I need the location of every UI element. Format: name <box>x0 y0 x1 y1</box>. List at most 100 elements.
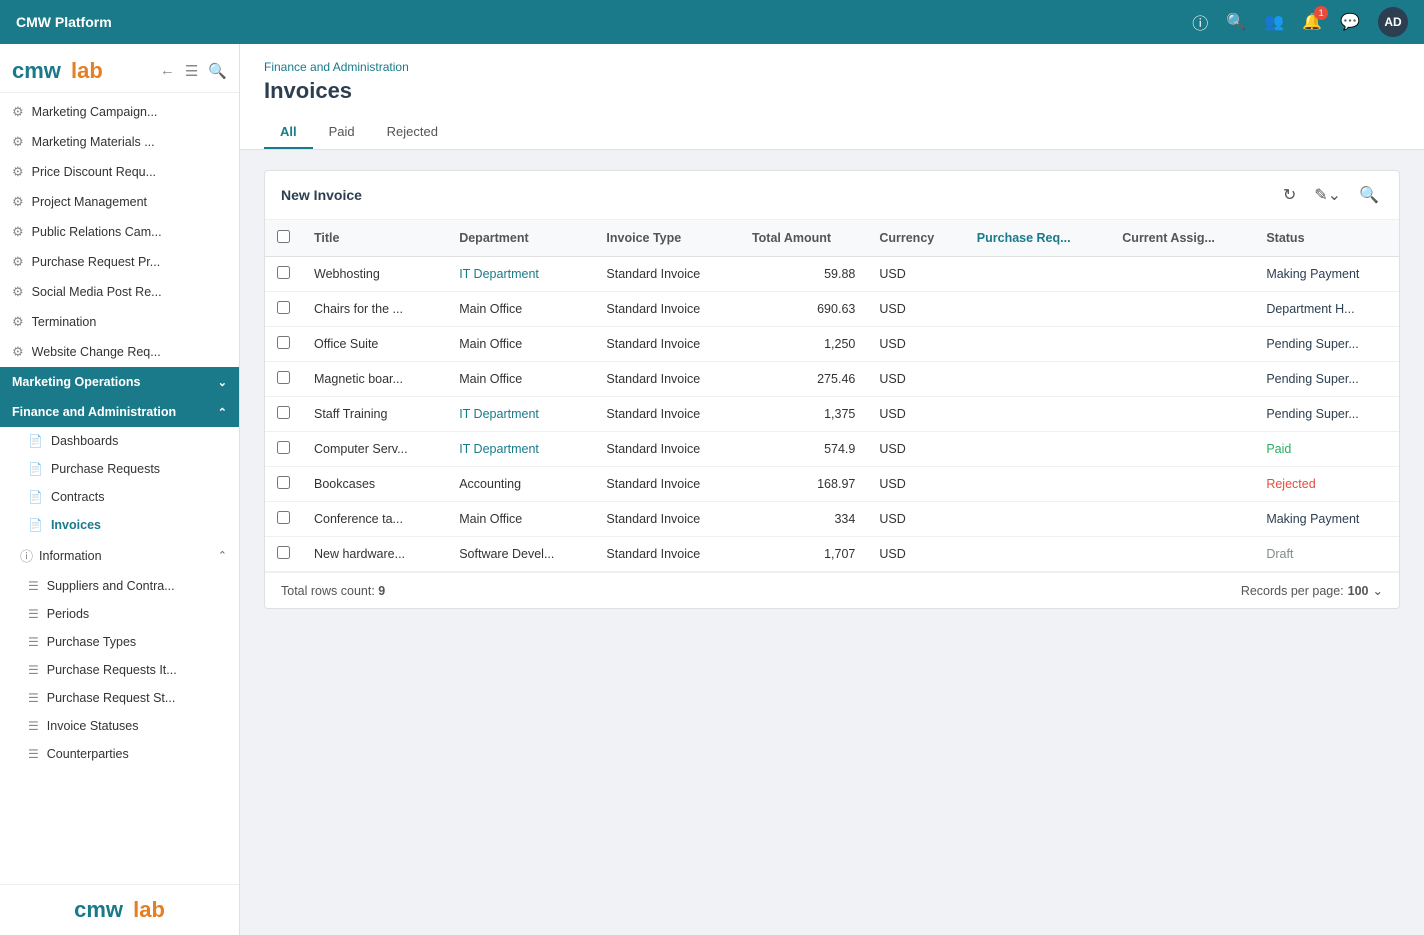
sidebar-item-suppliers-contracts[interactable]: ☰ Suppliers and Contra... <box>0 572 239 600</box>
row-checkbox[interactable] <box>277 406 290 419</box>
users-icon[interactable]: 👥 <box>1264 12 1284 32</box>
cell-status: Draft <box>1254 537 1399 572</box>
row-checkbox[interactable] <box>277 266 290 279</box>
col-header-currency: Currency <box>867 220 964 257</box>
sidebar-item-purchase-request-st[interactable]: ☰ Purchase Request St... <box>0 684 239 712</box>
invoice-table: Title Department Invoice Type Total Amou… <box>265 220 1399 572</box>
cell-current-assign <box>1110 502 1254 537</box>
cell-total-amount: 574.9 <box>740 432 867 467</box>
sidebar-item-project-management[interactable]: ⚙ Project Management <box>0 187 239 217</box>
table-row: Conference ta... Main Office Standard In… <box>265 502 1399 537</box>
sidebar-item-marketing-campaign[interactable]: ⚙ Marketing Campaign... <box>0 97 239 127</box>
cell-current-assign <box>1110 397 1254 432</box>
new-invoice-button[interactable]: New Invoice <box>281 187 362 203</box>
sidebar-item-label: Public Relations Cam... <box>32 225 162 239</box>
cell-currency: USD <box>867 502 964 537</box>
sidebar-item-purchase-request-pr[interactable]: ⚙ Purchase Request Pr... <box>0 247 239 277</box>
row-checkbox-cell <box>265 432 302 467</box>
bell-icon[interactable]: 🔔 1 <box>1302 12 1322 32</box>
refresh-button[interactable]: ↻ <box>1279 183 1300 207</box>
sidebar-back-icon[interactable]: ← <box>160 62 175 80</box>
cell-currency: USD <box>867 467 964 502</box>
cell-status: Paid <box>1254 432 1399 467</box>
cell-title: Webhosting <box>302 257 447 292</box>
col-header-invoice-type: Invoice Type <box>594 220 740 257</box>
table-footer: Total rows count: 9 Records per page: 10… <box>265 572 1399 608</box>
sidebar-section-marketing-operations[interactable]: Marketing Operations ⌄ <box>0 367 239 397</box>
list-icon: ☰ <box>28 747 39 761</box>
app-title: CMW Platform <box>16 14 112 30</box>
select-all-checkbox[interactable] <box>277 230 290 243</box>
sidebar-search-icon[interactable]: 🔍 <box>208 62 227 80</box>
row-checkbox[interactable] <box>277 301 290 314</box>
table-row: Bookcases Accounting Standard Invoice 16… <box>265 467 1399 502</box>
sidebar-item-contracts[interactable]: 📄 Contracts <box>0 483 239 511</box>
tab-paid[interactable]: Paid <box>313 116 371 149</box>
edit-button[interactable]: ✎⌄ <box>1310 183 1345 207</box>
sidebar-sub-item-label: Purchase Request St... <box>47 691 176 705</box>
row-checkbox[interactable] <box>277 476 290 489</box>
sidebar-sub-item-label: Counterparties <box>47 747 129 761</box>
search-icon[interactable]: 🔍 <box>1226 12 1246 32</box>
content-header: Finance and Administration Invoices All … <box>240 44 1424 150</box>
sidebar-item-termination[interactable]: ⚙ Termination <box>0 307 239 337</box>
sidebar-menu-icon[interactable]: ☰ <box>185 62 198 80</box>
sidebar-section-label: Marketing Operations <box>12 375 141 389</box>
page-title: Invoices <box>264 78 1400 104</box>
sidebar-section-finance-admin[interactable]: Finance and Administration ⌃ <box>0 397 239 427</box>
total-rows-value: 9 <box>378 584 385 598</box>
tab-all[interactable]: All <box>264 116 313 149</box>
sidebar-item-invoices[interactable]: 📄 Invoices <box>0 511 239 539</box>
sidebar-item-purchase-requests-it[interactable]: ☰ Purchase Requests It... <box>0 656 239 684</box>
message-icon[interactable]: 💬 <box>1340 12 1360 32</box>
cell-status: Pending Super... <box>1254 397 1399 432</box>
sidebar-section-information[interactable]: ⓘ Information ⌃ <box>0 539 239 572</box>
main-content: New Invoice ↻ ✎⌄ 🔍 Title <box>240 150 1424 935</box>
sidebar-item-website-change[interactable]: ⚙ Website Change Req... <box>0 337 239 367</box>
page-icon: 📄 <box>28 462 43 476</box>
sidebar-item-purchase-requests[interactable]: 📄 Purchase Requests <box>0 455 239 483</box>
sidebar-item-marketing-materials[interactable]: ⚙ Marketing Materials ... <box>0 127 239 157</box>
cell-status: Making Payment <box>1254 257 1399 292</box>
records-per-page-control[interactable]: Records per page: 100 ⌄ <box>1241 583 1383 598</box>
sidebar-controls: ← ☰ 🔍 <box>160 62 227 80</box>
table-toolbar-actions: ↻ ✎⌄ 🔍 <box>1279 183 1383 207</box>
cell-department: Main Office <box>447 292 594 327</box>
tab-rejected[interactable]: Rejected <box>371 116 454 149</box>
sidebar-item-dashboards[interactable]: 📄 Dashboards <box>0 427 239 455</box>
list-icon: ☰ <box>28 635 39 649</box>
help-icon[interactable]: ⓘ <box>1192 10 1208 34</box>
sidebar-item-counterparties[interactable]: ☰ Counterparties <box>0 740 239 768</box>
sidebar-item-label: Social Media Post Re... <box>32 285 162 299</box>
invoice-table-card: New Invoice ↻ ✎⌄ 🔍 Title <box>264 170 1400 609</box>
sidebar-item-purchase-types[interactable]: ☰ Purchase Types <box>0 628 239 656</box>
cell-currency: USD <box>867 537 964 572</box>
list-icon: ☰ <box>28 579 39 593</box>
row-checkbox-cell <box>265 362 302 397</box>
row-checkbox[interactable] <box>277 441 290 454</box>
workflow-icon: ⚙ <box>12 284 24 300</box>
sidebar-item-invoice-statuses[interactable]: ☰ Invoice Statuses <box>0 712 239 740</box>
cell-invoice-type: Standard Invoice <box>594 537 740 572</box>
sidebar-item-social-media[interactable]: ⚙ Social Media Post Re... <box>0 277 239 307</box>
table-search-button[interactable]: 🔍 <box>1355 183 1383 207</box>
sidebar-item-public-relations[interactable]: ⚙ Public Relations Cam... <box>0 217 239 247</box>
cell-purchase-req <box>965 537 1111 572</box>
cell-purchase-req <box>965 292 1111 327</box>
cell-current-assign <box>1110 467 1254 502</box>
sidebar-item-price-discount[interactable]: ⚙ Price Discount Requ... <box>0 157 239 187</box>
cell-purchase-req <box>965 502 1111 537</box>
avatar[interactable]: AD <box>1378 7 1408 37</box>
row-checkbox[interactable] <box>277 336 290 349</box>
cell-department: Main Office <box>447 502 594 537</box>
sidebar-item-periods[interactable]: ☰ Periods <box>0 600 239 628</box>
row-checkbox[interactable] <box>277 546 290 559</box>
row-checkbox[interactable] <box>277 511 290 524</box>
top-nav-actions: ⓘ 🔍 👥 🔔 1 💬 AD <box>1192 7 1408 37</box>
row-checkbox[interactable] <box>277 371 290 384</box>
sidebar-item-label: Marketing Materials ... <box>32 135 155 149</box>
sidebar-item-label: Website Change Req... <box>32 345 161 359</box>
cell-total-amount: 1,375 <box>740 397 867 432</box>
sidebar-sub-item-label: Contracts <box>51 490 105 504</box>
section-left: ⓘ Information <box>20 546 102 565</box>
